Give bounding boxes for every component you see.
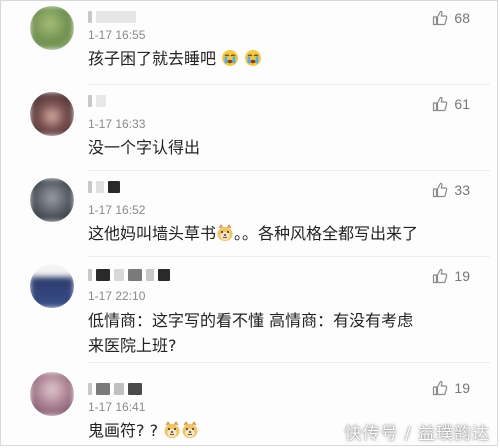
thumbs-up-icon (433, 96, 448, 112)
comment-time: 1-17 16:41 (88, 400, 146, 414)
like-count: 19 (454, 380, 470, 396)
comment-text-body: 低情商：这字写的看不懂 高情商：有没有考虑来医院上班? (88, 311, 414, 355)
comment-text: 孩子困了就去睡吧 (88, 46, 468, 71)
comment-text-continued: 。。各种风格全都写出来了 (234, 224, 419, 243)
comment-text: 低情商：这字写的看不懂 高情商：有没有考虑来医院上班? (88, 308, 428, 358)
comment-time: 1-17 16:33 (88, 117, 146, 131)
username-redacted[interactable] (88, 8, 140, 23)
comment-time: 1-17 22:10 (88, 289, 146, 303)
watermark: 快传号 / 益璞韵达 (344, 424, 490, 444)
doge-face-icon (164, 421, 180, 438)
thumbs-up-icon (433, 182, 448, 198)
username-redacted[interactable] (88, 266, 174, 281)
thumbs-up-icon (433, 268, 448, 284)
like-count: 61 (454, 96, 470, 112)
divider (88, 84, 490, 85)
like-button[interactable]: 68 (432, 10, 470, 26)
avatar[interactable] (30, 178, 74, 222)
username-redacted[interactable] (88, 178, 124, 193)
username-redacted[interactable] (88, 380, 146, 395)
doge-face-icon (182, 421, 198, 438)
like-count: 19 (454, 268, 470, 284)
thumbs-up-icon (433, 380, 448, 396)
divider (88, 362, 490, 363)
comment-time: 1-17 16:52 (88, 203, 146, 217)
like-button[interactable]: 19 (432, 268, 470, 284)
comment-time: 1-17 16:55 (88, 28, 146, 42)
comment-text: 这他妈叫墙头草书 。。各种风格全都写出来了 (88, 221, 468, 246)
username-redacted[interactable] (88, 92, 110, 107)
comment-text-body: 没一个字认得出 (88, 138, 201, 157)
like-button[interactable]: 19 (432, 380, 470, 396)
like-button[interactable]: 33 (432, 182, 470, 198)
comment-text-body: 鬼画符? ? (88, 421, 159, 440)
doge-face-icon (217, 224, 233, 241)
avatar[interactable] (30, 6, 74, 50)
divider (88, 256, 490, 257)
crying-face-icon (245, 50, 262, 66)
avatar[interactable] (30, 92, 74, 136)
comment-text-body: 孩子困了就去睡吧 (88, 49, 217, 68)
divider (88, 170, 490, 171)
comment-text-body: 这他妈叫墙头草书 (88, 224, 217, 243)
thumbs-up-icon (433, 10, 448, 26)
like-count: 68 (454, 10, 470, 26)
avatar[interactable] (30, 372, 74, 416)
like-button[interactable]: 61 (432, 96, 470, 112)
like-count: 33 (454, 182, 470, 198)
avatar[interactable] (30, 264, 74, 308)
crying-face-icon (222, 50, 239, 66)
comment-text: 没一个字认得出 (88, 135, 468, 160)
